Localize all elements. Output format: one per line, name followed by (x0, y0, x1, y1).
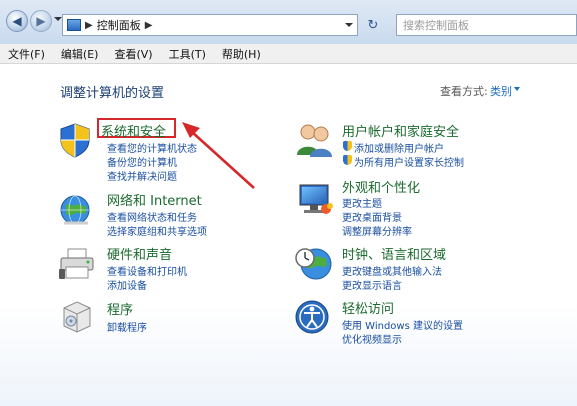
control-panel-icon (67, 19, 81, 31)
link-find-fix-problems[interactable]: 查找并解决问题 (107, 168, 177, 183)
category-hardware-sound[interactable]: 硬件和声音 (107, 244, 172, 263)
link-uninstall-program[interactable]: 卸载程序 (107, 319, 147, 334)
annotation-arrow-icon (182, 122, 255, 189)
view-by-label: 查看方式: (440, 85, 488, 98)
address-bar: ◀ ▶ ▶ 控制面板 ▶ ↻ 搜索控制面板 (0, 0, 577, 45)
link-change-theme[interactable]: 更改主题 (342, 195, 382, 210)
link-devices-printers[interactable]: 查看设备和打印机 (107, 263, 187, 278)
appearance-monitor-icon[interactable] (294, 181, 334, 217)
link-change-background[interactable]: 更改桌面背景 (342, 209, 402, 224)
menu-bar: 文件(F) 编辑(E) 查看(V) 工具(T) 帮助(H) (0, 44, 577, 64)
category-appearance[interactable]: 外观和个性化 (342, 177, 420, 196)
users-icon[interactable] (294, 122, 334, 158)
recent-pages-dropdown-icon[interactable] (54, 17, 62, 21)
control-panel-content: 调整计算机的设置 查看方式: 类别 (0, 64, 577, 406)
category-system-security[interactable]: 系统和安全 (101, 121, 166, 140)
category-clock-language-region[interactable]: 时钟、语言和区域 (342, 244, 446, 263)
view-by-chevron-down-icon[interactable] (514, 87, 520, 91)
link-screen-resolution[interactable]: 调整屏幕分辨率 (342, 223, 412, 238)
menu-view[interactable]: 查看(V) (106, 46, 160, 62)
uac-shield-icon (343, 141, 352, 151)
category-ease-of-access[interactable]: 轻松访问 (342, 298, 394, 317)
link-add-remove-accounts[interactable]: 添加或删除用户帐户 (354, 140, 444, 155)
category-user-accounts[interactable]: 用户帐户和家庭安全 (342, 121, 459, 140)
search-placeholder: 搜索控制面板 (403, 19, 469, 32)
link-network-status[interactable]: 查看网络状态和任务 (107, 209, 197, 224)
menu-edit[interactable]: 编辑(E) (53, 46, 107, 62)
page-title: 调整计算机的设置 (60, 86, 165, 101)
address-dropdown-icon[interactable] (345, 23, 353, 27)
link-change-input-method[interactable]: 更改键盘或其他输入法 (342, 263, 442, 278)
breadcrumb-separator-icon[interactable]: ▶ (85, 20, 93, 31)
network-globe-icon[interactable] (58, 193, 94, 227)
menu-help[interactable]: 帮助(H) (214, 46, 269, 62)
breadcrumb-separator-icon[interactable]: ▶ (145, 20, 153, 31)
category-programs[interactable]: 程序 (107, 299, 133, 318)
view-by-dropdown[interactable]: 类别 (490, 83, 512, 99)
menu-file[interactable]: 文件(F) (0, 46, 53, 62)
programs-box-icon[interactable] (60, 298, 94, 334)
forward-arrow-icon[interactable]: ▶ (30, 10, 52, 32)
ease-of-access-icon[interactable] (294, 299, 330, 335)
refresh-icon[interactable]: ↻ (362, 14, 384, 36)
address-field[interactable]: ▶ 控制面板 ▶ (62, 14, 358, 36)
uac-shield-icon (343, 155, 352, 165)
printer-hardware-icon[interactable] (58, 247, 96, 281)
clock-globe-icon[interactable] (294, 244, 334, 282)
link-homegroup-sharing[interactable]: 选择家庭组和共享选项 (107, 223, 207, 238)
menu-tools[interactable]: 工具(T) (161, 46, 214, 62)
link-optimize-visual-display[interactable]: 优化视频显示 (342, 331, 402, 346)
link-parental-controls[interactable]: 为所有用户设置家长控制 (354, 154, 464, 169)
link-recommended-settings[interactable]: 使用 Windows 建议的设置 (342, 317, 463, 332)
system-security-shield-icon[interactable] (58, 122, 92, 158)
breadcrumb-control-panel[interactable]: 控制面板 (97, 17, 141, 33)
link-backup-computer[interactable]: 备份您的计算机 (107, 154, 177, 169)
back-arrow-icon[interactable]: ◀ (6, 10, 28, 32)
link-add-device[interactable]: 添加设备 (107, 277, 147, 292)
link-change-display-language[interactable]: 更改显示语言 (342, 277, 402, 292)
search-input[interactable]: 搜索控制面板 (396, 14, 577, 36)
category-network-internet[interactable]: 网络和 Internet (107, 190, 202, 209)
